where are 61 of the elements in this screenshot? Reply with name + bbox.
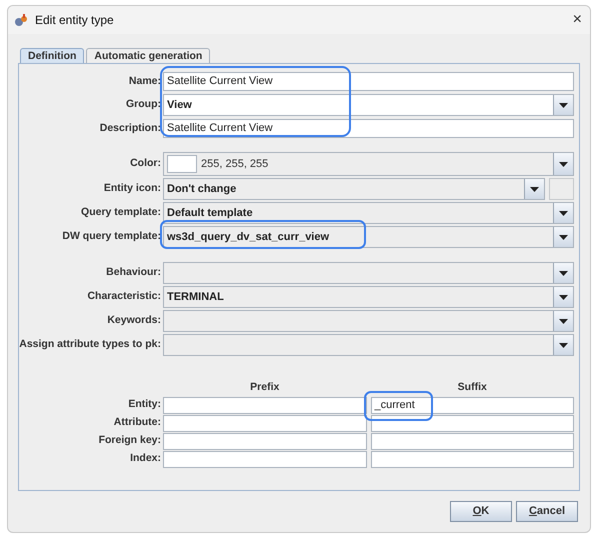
text-field[interactable]: Satellite Current View [163,119,574,138]
prefix-field[interactable] [163,396,366,414]
dropdown-button[interactable] [553,153,573,175]
dialog-button[interactable]: Cancel [516,501,578,522]
dialog-button[interactable]: OK [450,501,512,522]
highlight-frame [364,391,433,421]
prefix-field[interactable] [163,414,366,432]
suffix-field[interactable] [370,450,574,468]
field-label: Name: [128,74,161,89]
window-title: Edit entity type [35,12,115,29]
combo-box[interactable]: TERMINAL [163,286,574,308]
field-label: Description: [100,120,161,136]
caret-icon [559,210,568,216]
app-icon [14,14,29,26]
prefix-field[interactable] [163,432,366,450]
field-label: Index: [130,451,161,466]
color-value: 255, 255, 255 [200,156,270,172]
field-label: Attribute: [114,415,161,430]
caret-icon [530,186,539,192]
text-field[interactable]: Satellite Current View [163,72,574,91]
suffix-field[interactable] [370,432,574,450]
caret-icon [559,162,568,166]
dropdown-button[interactable] [553,263,573,283]
dropdown-button[interactable] [553,203,573,223]
field-label: Behaviour: [106,265,161,280]
dropdown-button[interactable] [553,335,573,355]
combo-box[interactable]: ws3d_query_dv_sat_curr_view [163,226,574,248]
combo-box[interactable]: Default template [163,202,574,224]
field-label: Group: [126,97,161,112]
dropdown-button[interactable] [553,287,573,307]
suffix-field[interactable]: _current [370,396,574,414]
caret-icon [559,234,568,240]
field-label: Query template: [81,205,161,220]
suffix-field[interactable] [370,414,574,432]
tab[interactable]: Definition [20,48,84,63]
combo-box[interactable]: Don't change [163,178,545,200]
column-header: Prefix [250,380,280,395]
color-combo-box[interactable]: 255, 255, 255 [163,152,574,176]
field-label: Entity: [128,397,161,412]
field-label: Foreign key: [98,433,161,448]
field-label: DW query template: [62,229,161,244]
tab[interactable]: Automatic generation [86,48,210,63]
dropdown-button[interactable] [553,95,573,115]
close-button[interactable]: × [570,12,584,28]
caret-icon [559,102,568,108]
dropdown-button[interactable] [553,227,573,247]
caret-icon [559,294,568,300]
icon-preview [549,178,574,200]
combo-box[interactable]: View [163,94,574,116]
field-label: Assign attribute types to pk: [19,337,161,352]
prefix-field[interactable] [163,450,366,468]
dropdown-button[interactable] [553,311,573,331]
field-label: Characteristic: [87,289,161,304]
field-label: Color: [130,156,161,172]
field-label: Entity icon: [104,181,161,196]
dropdown-button[interactable] [524,179,544,199]
caret-icon [559,270,568,276]
caret-icon [559,342,568,348]
column-header: Suffix [458,380,487,395]
caret-icon [559,318,568,324]
field-label: Keywords: [107,313,161,328]
